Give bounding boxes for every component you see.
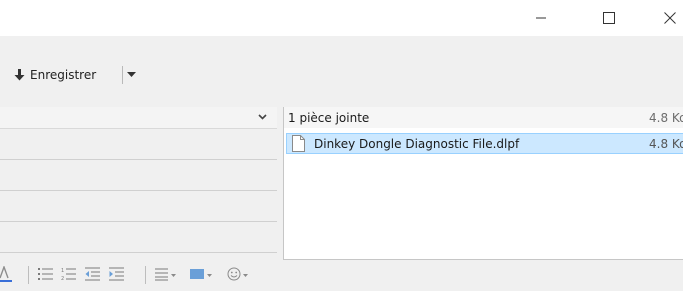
attachment-header: 1 pièce jointe 4.8 Ko [284,107,683,128]
formatting-toolbar: 1 2 [0,261,683,291]
insert-emoji-button[interactable] [227,264,249,284]
minimize-button[interactable] [518,0,564,36]
toolbar-separator [145,266,146,284]
title-bar [0,0,683,36]
toolbar-separator [122,66,123,84]
font-color-button[interactable] [0,264,14,284]
dropdown-arrow-icon [207,274,212,277]
maximize-button[interactable] [586,0,632,36]
align-button[interactable] [155,264,177,284]
attachment-filename: Dinkey Dongle Diagnostic File.dlpf [314,137,520,151]
header-field-divider [0,159,277,160]
numbered-list-button[interactable]: 1 2 [61,264,77,284]
close-button[interactable] [647,0,683,36]
message-toolbar: Enregistrer [0,36,683,108]
download-arrow-icon [14,69,25,81]
toolbar-separator [28,266,29,284]
decrease-indent-button[interactable] [85,264,101,284]
bullet-list-button[interactable] [38,264,54,284]
font-color-icon [0,266,12,282]
save-options-dropdown[interactable] [124,64,138,86]
header-field-divider [0,252,277,253]
decrease-indent-icon [85,267,100,281]
close-icon [664,12,676,24]
chevron-down-icon [258,114,267,120]
header-field-dropdown[interactable] [0,107,277,129]
header-field-divider [0,221,277,222]
bullet-list-icon [38,268,53,280]
maximize-icon [603,12,615,24]
svg-text:2: 2 [61,276,64,281]
attachment-size: 4.8 Ko [649,137,683,151]
file-icon [292,135,305,152]
image-icon [190,269,204,279]
attachment-count: 1 pièce jointe [288,111,370,125]
save-button-label: Enregistrer [30,68,97,82]
minimize-icon [536,17,546,19]
align-icon [155,268,168,281]
increase-indent-button[interactable] [109,264,125,284]
smiley-icon [227,267,241,281]
increase-indent-icon [109,267,124,281]
dropdown-arrow-icon [171,274,176,277]
save-button[interactable]: Enregistrer [14,64,96,86]
attachment-panel: 1 pièce jointe 4.8 Ko Dinkey Dongle Diag… [283,107,683,260]
dropdown-arrow-icon [243,274,248,277]
header-field-divider [0,190,277,191]
attachment-total-size: 4.8 Ko [649,111,683,125]
insert-image-button[interactable] [190,264,213,284]
caret-down-icon [126,72,136,77]
numbered-list-icon: 1 2 [61,268,76,281]
svg-text:1: 1 [61,268,64,274]
attachment-item[interactable]: Dinkey Dongle Diagnostic File.dlpf 4.8 K… [286,133,683,154]
